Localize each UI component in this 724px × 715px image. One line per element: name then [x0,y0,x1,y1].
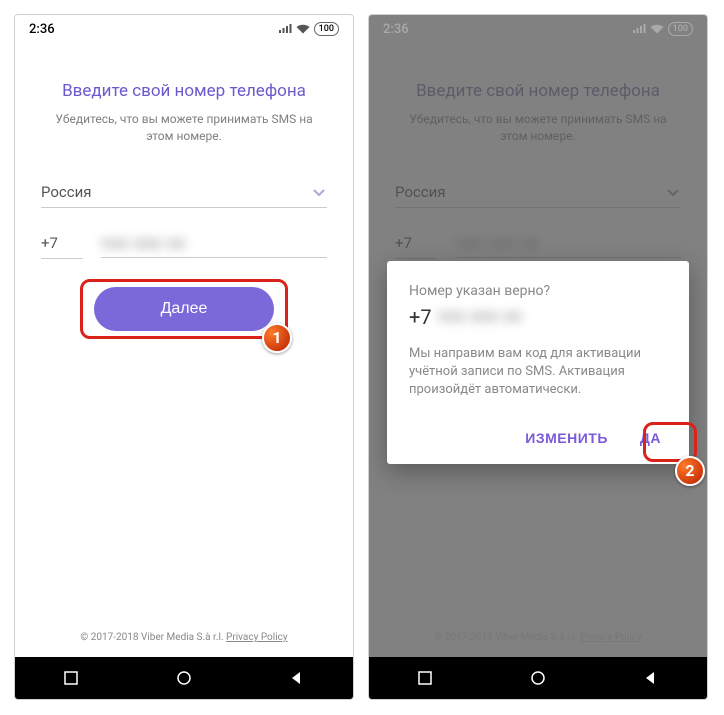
battery-indicator: 100 [668,22,693,36]
chevron-down-icon [311,184,327,200]
footer: © 2017-2018 Viber Media S.à r.l. Privacy… [369,632,707,643]
clock: 2:36 [29,22,55,37]
phone-screen-1: 2:36 100 Введите свой номер телефона Убе… [14,14,354,700]
annotation-step-1: 1 [262,323,292,353]
recent-apps-icon[interactable] [63,670,79,686]
next-button[interactable]: Далее [94,287,274,331]
annotation-step-2: 2 [675,456,705,486]
home-icon[interactable] [175,669,193,687]
status-bar: 2:36 100 [15,15,353,43]
android-navbar [369,657,707,699]
edit-button[interactable]: ИЗМЕНИТЬ [519,422,614,454]
home-icon[interactable] [529,669,547,687]
signal-icon [632,24,646,34]
page-subtitle: Убедитесь, что вы можете принимать SMS н… [41,111,327,145]
page-title: Введите свой номер телефона [41,81,327,101]
wifi-icon [296,24,310,34]
privacy-link[interactable]: Privacy Policy [580,632,642,643]
dialog-question: Номер указан верно? [409,283,667,299]
dialog-number: +7 988 888 88 [409,305,667,329]
signal-icon [278,24,292,34]
phone-value-masked: 988 888 88 [101,235,186,253]
confirm-dialog: Номер указан верно? +7 988 888 88 Мы нап… [387,261,689,464]
status-bar: 2:36 100 [369,15,707,43]
battery-indicator: 100 [314,22,339,36]
phone-prefix: +7 [41,228,83,259]
back-icon[interactable] [289,670,305,686]
phone-input[interactable]: 988 888 88 [101,228,327,258]
copyright: © 2017-2018 Viber Media S.à r.l. [434,632,577,643]
privacy-link[interactable]: Privacy Policy [226,632,288,643]
clock: 2:36 [383,22,409,37]
country-select[interactable]: Россия [41,177,327,208]
yes-button[interactable]: ДА [634,422,667,454]
copyright: © 2017-2018 Viber Media S.à r.l. [80,632,223,643]
footer: © 2017-2018 Viber Media S.à r.l. Privacy… [15,632,353,643]
recent-apps-icon[interactable] [417,670,433,686]
android-navbar [15,657,353,699]
phone-screen-2: 2:36 100 Введите свой номер телефона Убе… [368,14,708,700]
dialog-message: Мы направим вам код для активации учётно… [409,345,667,400]
back-icon[interactable] [643,670,659,686]
wifi-icon [650,24,664,34]
country-value: Россия [41,183,92,201]
